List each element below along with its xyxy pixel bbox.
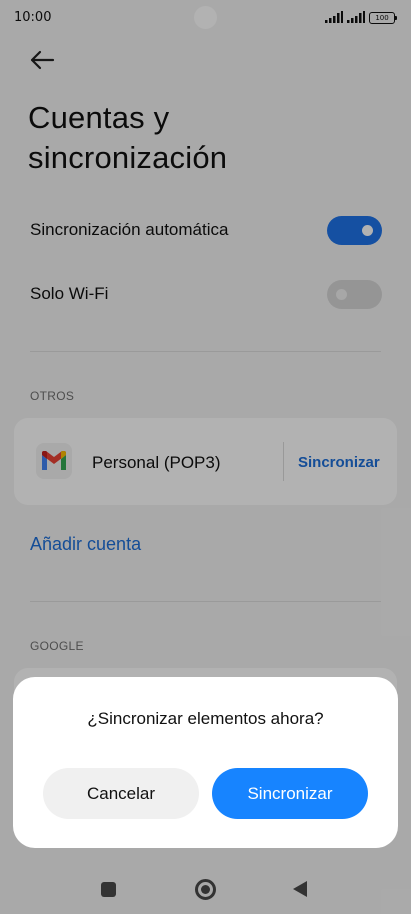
accounts-sync-screen: 10:00 100 Cuentas y sincronización Sincr… bbox=[0, 0, 411, 914]
sync-dialog: ¿Sincronizar elementos ahora? Cancelar S… bbox=[13, 677, 398, 848]
square-icon[interactable] bbox=[101, 882, 116, 897]
cancel-button[interactable]: Cancelar bbox=[43, 768, 199, 819]
triangle-back-icon[interactable] bbox=[293, 881, 307, 897]
circle-icon[interactable] bbox=[195, 879, 216, 900]
dialog-title: ¿Sincronizar elementos ahora? bbox=[87, 709, 324, 728]
navigation-bar bbox=[0, 860, 411, 914]
sync-button[interactable]: Sincronizar bbox=[212, 768, 368, 819]
